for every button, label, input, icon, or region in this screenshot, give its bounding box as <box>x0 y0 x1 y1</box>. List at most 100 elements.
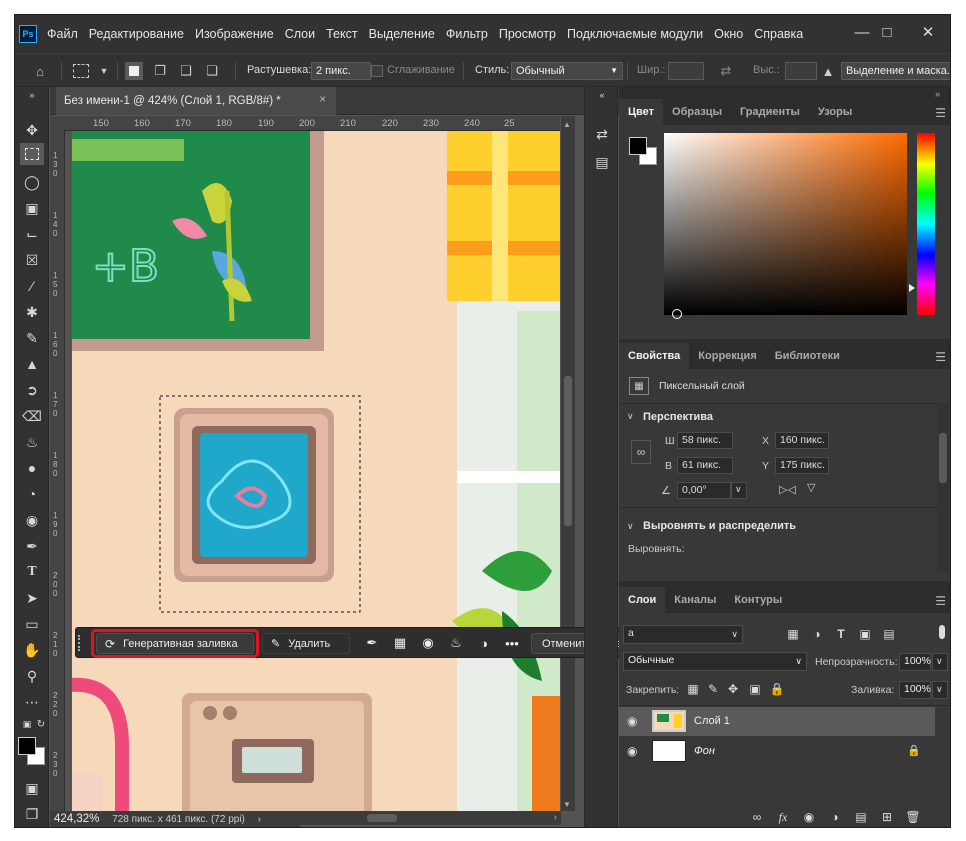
rectangular-marquee-tool-icon[interactable] <box>20 143 44 165</box>
new-layer-icon[interactable]: ⊞ <box>879 809 895 825</box>
comments-panel-icon[interactable]: ▤ <box>590 151 614 173</box>
quick-mask-icon[interactable]: ▣ <box>20 777 44 799</box>
type-tool-icon[interactable]: T <box>20 561 44 583</box>
opacity-field[interactable]: 100% <box>899 653 931 671</box>
app-logo[interactable]: Ps <box>19 25 37 43</box>
zoom-level[interactable]: 424,32% <box>54 813 99 825</box>
scroll-down-icon[interactable]: ▼ <box>563 800 571 809</box>
eyedropper-tool-icon[interactable]: ⁄ <box>20 275 44 297</box>
lock-all-icon[interactable]: 🔒 <box>769 681 785 697</box>
scroll-right-icon[interactable]: › <box>554 812 557 823</box>
swap-icon[interactable]: ⇄ <box>717 62 735 80</box>
scroll-up-icon[interactable]: ▲ <box>563 120 571 129</box>
marquee-tool-preset-icon[interactable] <box>73 64 89 78</box>
select-and-mask-button[interactable]: Выделение и маска... <box>841 62 950 80</box>
swap-colors-icon[interactable]: ↻ <box>35 717 47 731</box>
fill-field[interactable]: 100% <box>899 681 931 699</box>
hand-tool-icon[interactable]: ✋ <box>20 639 44 661</box>
perspective-section-title[interactable]: Перспектива <box>643 411 713 423</box>
eraser-tool-icon[interactable]: ⌫ <box>20 405 44 427</box>
menu-filter[interactable]: Фильтр <box>446 27 488 41</box>
tab-adjustments[interactable]: Коррекция <box>689 343 765 369</box>
lock-transparent-icon[interactable]: ▦ <box>685 681 701 697</box>
antialias-checkbox[interactable] <box>371 65 383 77</box>
more-tools-icon[interactable]: ⋯ <box>20 691 44 713</box>
width-field[interactable]: 58 пикс. <box>677 432 733 449</box>
filter-adjustment-icon[interactable]: ◑ <box>809 626 825 642</box>
tab-gradients[interactable]: Градиенты <box>731 99 809 125</box>
collapse-arrows-icon[interactable]: » <box>20 89 44 101</box>
maximize-icon[interactable]: □ <box>865 15 909 49</box>
foreground-color-swatch[interactable] <box>18 737 36 755</box>
lock-position-icon[interactable]: ✥ <box>725 681 741 697</box>
clone-stamp-tool-icon[interactable]: ▲ <box>20 353 44 375</box>
delete-button[interactable]: ✎ Удалить <box>262 633 350 654</box>
align-section-title[interactable]: Выровнять и распределить <box>643 520 796 532</box>
panel-menu-icon[interactable]: ☰ <box>935 106 946 120</box>
chevron-down-icon[interactable]: ∨ <box>932 653 948 671</box>
vertical-ruler[interactable]: 130 140 150 160 170 180 190 200 210 220 … <box>50 131 65 811</box>
hue-slider[interactable] <box>917 133 935 315</box>
layer-filter-select[interactable]: а ∨ <box>623 625 743 644</box>
close-tab-icon[interactable]: × <box>319 94 326 106</box>
flip-vertical-icon[interactable]: ▽ <box>807 481 815 494</box>
layer-style-icon[interactable]: fx <box>775 809 791 825</box>
mask-icon[interactable]: ◉ <box>419 634 437 652</box>
dodge-tool-icon[interactable]: ◔ <box>20 483 44 505</box>
horizontal-ruler[interactable]: 150 160 170 180 190 200 210 220 230 240 … <box>64 116 560 131</box>
move-tool-icon[interactable]: ✥ <box>20 119 44 141</box>
document-canvas[interactable]: +B <box>72 131 560 811</box>
status-menu-arrow[interactable]: › <box>258 814 261 825</box>
paint-bucket-tool-icon[interactable]: ♨ <box>20 431 44 453</box>
layer-name[interactable]: Фон <box>694 745 715 757</box>
default-colors-icon[interactable]: ▣ <box>20 717 34 731</box>
x-position-field[interactable]: 160 пикс. <box>775 432 829 449</box>
menu-window[interactable]: Окно <box>714 27 743 41</box>
horizontal-scroll-thumb[interactable] <box>367 814 397 822</box>
chevron-down-icon[interactable]: ∨ <box>731 482 747 499</box>
ruler-origin[interactable] <box>50 116 65 131</box>
menu-help[interactable]: Справка <box>754 27 803 41</box>
intersect-selection-icon[interactable]: ❏ <box>203 62 221 80</box>
trash-icon[interactable]: 🗑 <box>905 809 921 825</box>
pen-tool-icon[interactable]: ✒ <box>20 535 44 557</box>
vertical-scrollbar[interactable]: ▲ ▼ <box>561 116 575 811</box>
horizontal-scrollbar[interactable]: › <box>297 811 561 825</box>
zoom-tool-icon[interactable]: ⚲ <box>20 665 44 687</box>
lasso-tool-icon[interactable]: ◯ <box>20 171 44 193</box>
visibility-eye-icon[interactable]: ◉ <box>627 744 637 758</box>
history-panel-icon[interactable]: ⇄ <box>590 123 614 145</box>
filter-type-icon[interactable]: T <box>833 626 849 642</box>
chevron-down-icon[interactable]: ∨ <box>627 411 634 422</box>
bell-icon[interactable]: ▲ <box>819 62 837 80</box>
object-selection-tool-icon[interactable]: ▣ <box>20 197 44 219</box>
expand-arrows-icon[interactable]: « <box>590 89 614 101</box>
filter-shape-icon[interactable]: ▣ <box>857 626 873 642</box>
rectangle-tool-icon[interactable]: ▭ <box>20 613 44 635</box>
height-input[interactable] <box>785 62 817 80</box>
height-field[interactable]: 61 пикс. <box>677 457 733 474</box>
layer-row[interactable]: ◉ Слой 1 <box>619 707 935 736</box>
panel-menu-icon[interactable]: ☰ <box>935 594 946 608</box>
tab-paths[interactable]: Контуры <box>725 587 791 613</box>
crop-tool-icon[interactable]: ⌙ <box>20 223 44 245</box>
adjustment-icon[interactable]: ◑ <box>475 634 493 652</box>
flip-horizontal-icon[interactable]: ▷◁ <box>779 483 796 496</box>
menu-file[interactable]: Файл <box>47 27 78 41</box>
menu-type[interactable]: Текст <box>326 27 357 41</box>
modify-selection-icon[interactable]: ✒ <box>363 634 381 652</box>
new-group-icon[interactable]: ▤ <box>853 809 869 825</box>
frame-tool-icon[interactable]: ☒ <box>20 249 44 271</box>
filter-pixel-icon[interactable]: ▦ <box>785 626 801 642</box>
document-tab[interactable]: Без имени-1 @ 424% (Слой 1, RGB/8#) * × <box>56 87 336 115</box>
menu-select[interactable]: Выделение <box>369 27 435 41</box>
brush-tool-icon[interactable]: ✎ <box>20 327 44 349</box>
tab-color[interactable]: Цвет <box>619 99 664 125</box>
screen-mode-icon[interactable]: ❐ <box>20 803 44 825</box>
color-foreground-swatch[interactable] <box>629 137 647 155</box>
tab-libraries[interactable]: Библиотеки <box>766 343 849 369</box>
chevron-down-icon[interactable]: ▼ <box>95 62 113 80</box>
color-field[interactable] <box>664 133 907 319</box>
angle-field[interactable]: 0,00° <box>677 482 731 499</box>
add-mask-icon[interactable]: ◉ <box>801 809 817 825</box>
